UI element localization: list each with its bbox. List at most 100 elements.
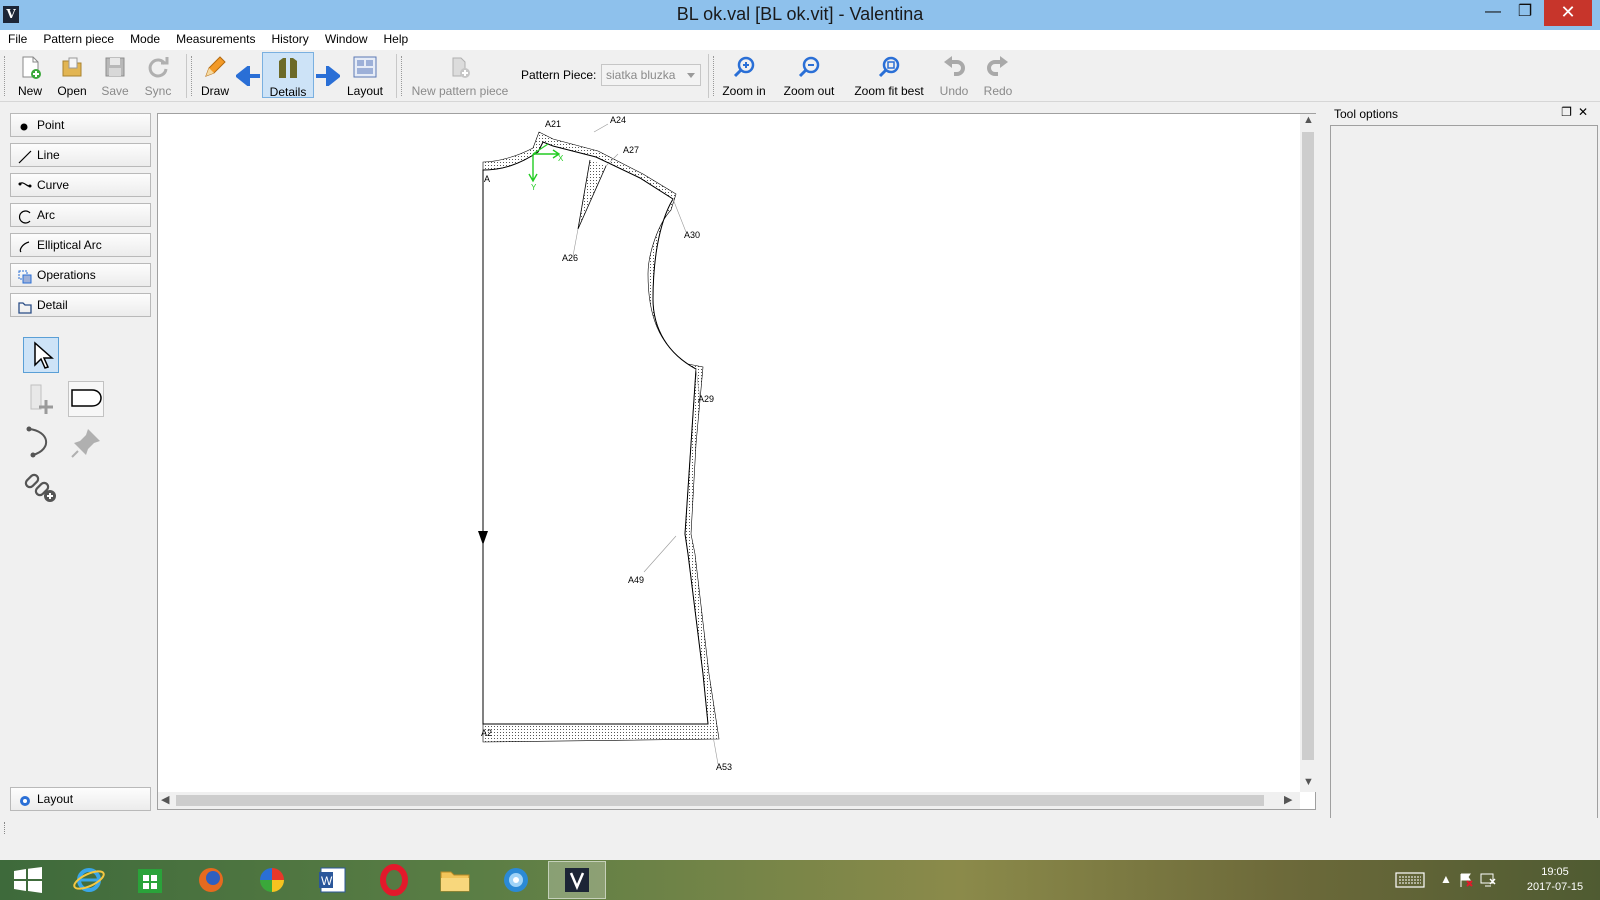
pin-tool[interactable] [68,425,104,461]
tool-group-elliptical-arc[interactable]: Elliptical Arc [10,233,151,257]
internet-explorer-icon [73,868,105,892]
toolbar-grip[interactable] [401,56,404,96]
dock-buttons: ❐✕ [1561,105,1594,119]
status-grip [4,822,7,834]
tool-group-label: Layout [37,792,74,806]
taskbar-app-globe[interactable] [487,861,545,899]
keyboard-icon[interactable] [1395,870,1425,900]
details-mode-button[interactable]: Details [262,52,314,99]
layout-sheets-icon [352,54,378,80]
taskbar-internet-explorer[interactable] [60,861,118,899]
tool-group-point[interactable]: Point [10,113,151,137]
tray-network-icon[interactable] [1479,872,1497,900]
vertical-scrollbar[interactable]: ▲ ▼ [1300,114,1316,792]
add-piece-icon [30,384,53,414]
chain-link-icon [24,473,56,502]
union-details-tool[interactable] [23,469,59,505]
layout-mode-button[interactable]: Layout [343,52,387,98]
toolbar-separator [186,54,187,98]
menu-pattern-piece[interactable]: Pattern piece [35,30,122,50]
open-button[interactable]: Open [53,52,91,98]
toolbar-grip[interactable] [191,56,194,96]
folder-icon [440,871,470,892]
seam-allowance [482,131,720,743]
firefox-icon [199,868,223,892]
taskbar-valentina[interactable] [548,861,606,899]
layout-gear-icon [18,793,32,807]
curve-path-tool[interactable] [23,425,59,461]
minimize-button[interactable]: — [1476,0,1510,26]
tray-chevron-up-icon[interactable]: ▲ [1440,872,1452,900]
scroll-up-icon[interactable]: ▲ [1303,114,1314,126]
toolbar-grip[interactable] [4,56,7,96]
dock-float-icon[interactable]: ❐ [1561,105,1578,119]
new-pattern-piece-button[interactable]: New pattern piece [407,52,513,98]
horizontal-scroll-thumb[interactable] [176,795,1264,806]
tool-group-curve[interactable]: Curve [10,173,151,197]
toolbar-separator [708,54,709,98]
taskbar-color-app[interactable] [243,861,301,899]
point-label: A30 [684,230,700,240]
zoom-out-button[interactable]: Zoom out [778,52,840,98]
dock-title: Tool options [1334,107,1399,121]
menu-help[interactable]: Help [376,30,417,50]
menu-measurements[interactable]: Measurements [168,30,263,50]
new-pattern-piece-icon [447,54,473,80]
undo-icon [941,54,967,80]
point-label: A27 [623,145,639,155]
taskbar-file-explorer[interactable] [426,861,484,899]
menu-history[interactable]: History [263,30,316,50]
axis-x-label: X [558,154,564,163]
maximize-button[interactable]: ❐ [1508,0,1542,26]
scroll-down-icon[interactable]: ▼ [1303,776,1314,788]
tray-flag-icon[interactable] [1458,872,1474,900]
taskbar-word[interactable]: W [304,861,362,899]
horizontal-scrollbar[interactable]: ◀ ▶ [158,792,1300,809]
point-label: A24 [610,115,626,125]
new-button[interactable]: New [12,52,48,98]
store-icon [138,869,162,893]
windows-start-button[interactable] [0,861,58,899]
menu-window[interactable]: Window [317,30,376,50]
drawing-canvas[interactable]: X Y A21 A24 A27 A A30 A26 A29 A49 A2 A53 [157,113,1316,810]
menu-mode[interactable]: Mode [122,30,168,50]
piece-path-tool[interactable] [68,381,104,417]
close-button[interactable]: ✕ [1544,0,1592,26]
tool-group-line[interactable]: Line [10,143,151,167]
tool-group-detail[interactable]: Detail [10,293,151,317]
zoom-fit-best-icon [876,54,902,80]
layout-label: Layout [346,84,384,98]
tool-group-arc[interactable]: Arc [10,203,151,227]
sync-button[interactable]: Sync [140,52,176,98]
zoom-fit-best-button[interactable]: Zoom fit best [848,52,930,98]
dock-close-icon[interactable]: ✕ [1578,105,1594,119]
elliptical-arc-icon [18,239,32,253]
tool-group-label: Line [37,148,60,162]
zoom-out-label: Zoom out [783,84,835,98]
pattern-piece-select[interactable]: siatka bluzka [601,64,701,86]
point-label: A53 [716,762,732,772]
open-label: Open [57,84,87,98]
undo-button[interactable]: Undo [936,52,972,98]
taskbar-firefox[interactable] [182,861,240,899]
menu-file[interactable]: File [0,30,35,50]
tool-group-label: Detail [37,298,68,312]
taskbar-store[interactable] [121,861,179,899]
sync-label: Sync [144,84,172,98]
draw-mode-button[interactable]: Draw [197,52,233,98]
tool-group-label: Arc [37,208,55,222]
pattern-outline [482,141,709,725]
vertical-scroll-thumb[interactable] [1302,132,1314,760]
toolbar-grip[interactable] [713,56,716,96]
new-detail-tool[interactable] [23,381,59,417]
scroll-left-icon[interactable]: ◀ [161,793,169,806]
tool-group-layout[interactable]: Layout [10,787,151,811]
tool-group-operations[interactable]: Operations [10,263,151,287]
tray-clock[interactable]: 19:05 2017-07-15 [1520,865,1590,900]
zoom-in-button[interactable]: Zoom in [717,52,771,98]
arrow-pointer-tool[interactable] [23,337,59,373]
taskbar-opera[interactable] [365,861,423,899]
redo-button[interactable]: Redo [980,52,1016,98]
scroll-right-icon[interactable]: ▶ [1284,793,1292,806]
save-button[interactable]: Save [97,52,133,98]
